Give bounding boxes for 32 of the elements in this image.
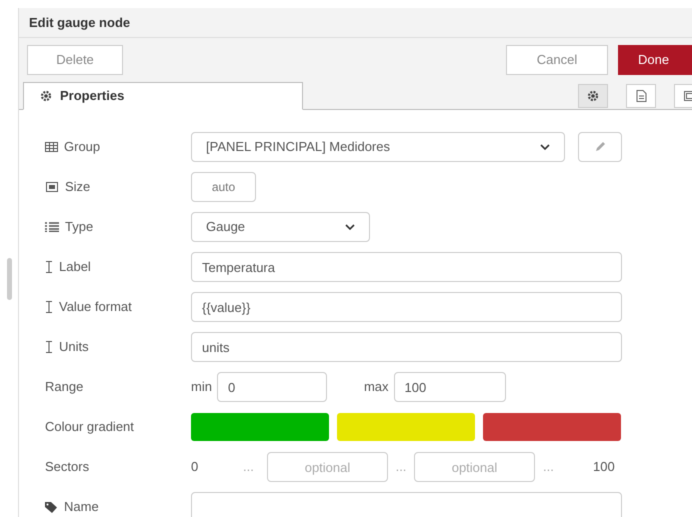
max-label: max — [364, 378, 389, 396]
done-button[interactable]: Done — [618, 45, 692, 75]
field-label: Size — [65, 178, 90, 196]
min-field[interactable]: 0 — [216, 372, 327, 402]
field-label: Name — [64, 498, 99, 516]
text-field[interactable]: Temperatura — [191, 252, 622, 282]
ellipsis: ... — [394, 458, 408, 476]
delete-button[interactable]: Delete — [27, 45, 123, 75]
text-field[interactable]: {{value}} — [191, 292, 622, 322]
sector-start: 0 — [191, 458, 200, 476]
sector-end: 100 — [593, 458, 615, 476]
ellipsis: ... — [243, 458, 255, 476]
properties-tab[interactable]: Properties — [23, 82, 303, 110]
cancel-button[interactable]: Cancel — [506, 45, 608, 75]
size-button[interactable]: auto — [191, 172, 256, 202]
field-label: Sectors — [45, 458, 90, 476]
field-label: Value format — [59, 298, 132, 316]
field-label: Units — [59, 338, 89, 356]
group-select[interactable]: [PANEL PRINCIPAL] Medidores — [191, 132, 565, 162]
field-label: Range — [45, 378, 84, 396]
field-label: Group — [64, 138, 100, 156]
sector-field[interactable]: optional — [267, 452, 388, 482]
ellipsis: ... — [543, 458, 555, 476]
sector-field[interactable]: optional — [414, 452, 535, 482]
text-field[interactable]: units — [191, 332, 622, 362]
max-field[interactable]: 100 — [394, 372, 506, 402]
min-label: min — [191, 378, 212, 396]
type-select[interactable]: Gauge — [191, 212, 370, 242]
field-label: Type — [65, 218, 94, 236]
field-label: Label — [59, 258, 91, 276]
field-label: Colour gradient — [45, 418, 134, 436]
dialog-title: Edit gauge node — [29, 14, 130, 32]
